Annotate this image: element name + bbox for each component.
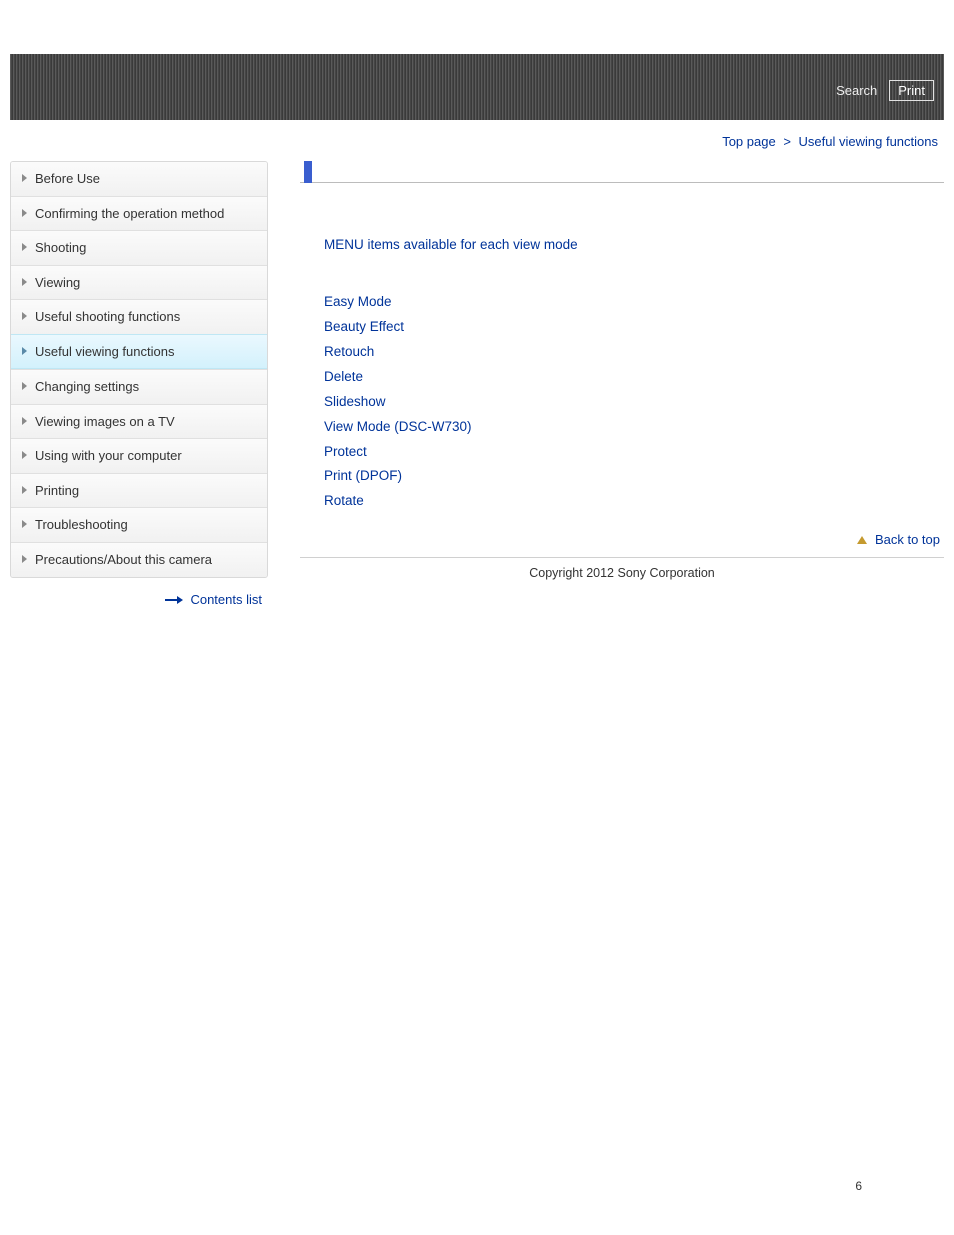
- sidebar-item-4[interactable]: Useful shooting functions: [11, 299, 267, 334]
- arrow-right-icon: [165, 597, 183, 603]
- sidebar-item-9[interactable]: Printing: [11, 473, 267, 508]
- link-list: Easy Mode Beauty Effect Retouch Delete Slide…: [324, 292, 944, 512]
- triangle-up-icon: [857, 536, 867, 544]
- sidebar-item-8[interactable]: Using with your computer: [11, 438, 267, 473]
- sidebar-item-7[interactable]: Viewing images on a TV: [11, 404, 267, 439]
- title-accent-bar: [304, 161, 312, 183]
- content-link-1[interactable]: Beauty Effect: [324, 317, 944, 338]
- content-link-3[interactable]: Delete: [324, 367, 944, 388]
- breadcrumb-current[interactable]: Useful viewing functions: [799, 134, 938, 149]
- sidebar-item-1[interactable]: Confirming the operation method: [11, 196, 267, 231]
- content-link-5[interactable]: View Mode (DSC-W730): [324, 417, 944, 438]
- contents-list-label: Contents list: [190, 592, 262, 607]
- content-link-2[interactable]: Retouch: [324, 342, 944, 363]
- sidebar-item-10[interactable]: Troubleshooting: [11, 507, 267, 542]
- sidebar-item-0[interactable]: Before Use: [11, 162, 267, 196]
- section-heading-link[interactable]: MENU items available for each view mode: [324, 237, 578, 252]
- content-link-0[interactable]: Easy Mode: [324, 292, 944, 313]
- sidebar-item-3[interactable]: Viewing: [11, 265, 267, 300]
- breadcrumb: Top page > Useful viewing functions: [10, 120, 944, 161]
- copyright: Copyright 2012 Sony Corporation: [300, 558, 944, 580]
- content-link-7[interactable]: Print (DPOF): [324, 466, 944, 487]
- back-to-top-label: Back to top: [875, 532, 940, 547]
- back-to-top-link[interactable]: Back to top: [857, 532, 940, 547]
- breadcrumb-separator: >: [779, 134, 795, 149]
- sidebar-nav: Before UseConfirming the operation metho…: [10, 161, 268, 578]
- sidebar-item-11[interactable]: Precautions/About this camera: [11, 542, 267, 577]
- print-button[interactable]: Print: [889, 80, 934, 101]
- sidebar-item-2[interactable]: Shooting: [11, 230, 267, 265]
- breadcrumb-top[interactable]: Top page: [722, 134, 776, 149]
- contents-list-link[interactable]: Contents list: [165, 592, 262, 607]
- sidebar-item-6[interactable]: Changing settings: [11, 369, 267, 404]
- content-link-8[interactable]: Rotate: [324, 491, 944, 512]
- search-link[interactable]: Search: [832, 81, 881, 100]
- page-number: 6: [855, 1179, 862, 1193]
- content-link-4[interactable]: Slideshow: [324, 392, 944, 413]
- sidebar-item-5[interactable]: Useful viewing functions: [11, 334, 267, 370]
- content-link-6[interactable]: Protect: [324, 442, 944, 463]
- sidebar: Before UseConfirming the operation metho…: [10, 161, 268, 611]
- header-banner: Search Print: [10, 54, 944, 120]
- main-content: MENU items available for each view mode …: [268, 161, 944, 580]
- page-title-block: [300, 161, 944, 183]
